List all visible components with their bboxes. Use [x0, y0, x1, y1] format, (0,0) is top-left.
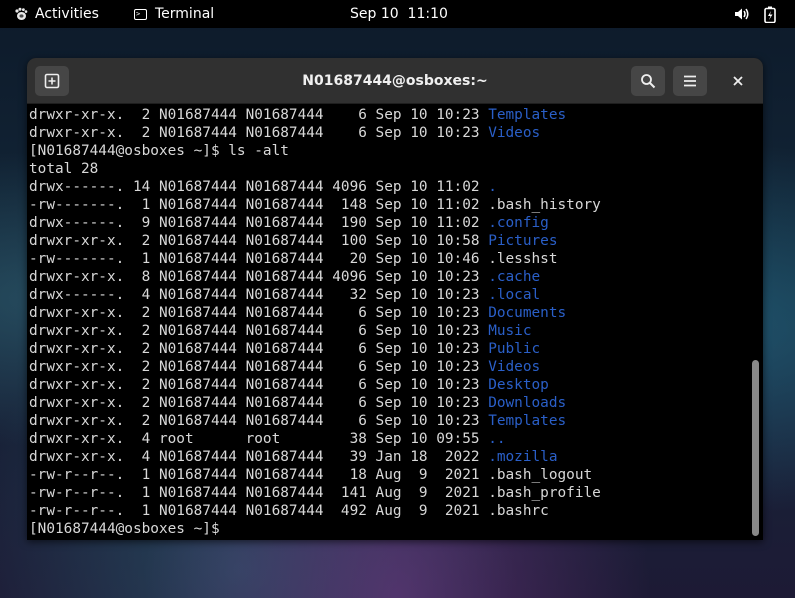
terminal-line-text: [N01687444@osboxes ~]$: [29, 521, 229, 537]
volume-icon: [735, 8, 749, 20]
close-icon: [733, 76, 743, 86]
terminal-line-text: [N01687444@osboxes ~]$ ls -alt: [29, 143, 289, 159]
terminal-line-text: drwx------. 9 N01687444 N01687444 190 Se…: [29, 215, 489, 231]
terminal-line-text: total 28: [29, 161, 99, 177]
directory-name: Videos: [488, 359, 541, 375]
close-button[interactable]: [723, 66, 753, 96]
terminal-line: -rw-r--r--. 1 N01687444 N01687444 18 Aug…: [29, 466, 592, 484]
activities-label: Activities: [35, 6, 99, 22]
terminal-line-text: drwx------. 14 N01687444 N01687444 4096 …: [29, 179, 489, 195]
new-tab-icon: [44, 73, 60, 89]
terminal-line-text: drwxr-xr-x. 2 N01687444 N01687444 6 Sep …: [29, 107, 489, 123]
directory-name: Music: [488, 323, 532, 339]
terminal-line: [N01687444@osboxes ~]$ ls -alt: [29, 142, 289, 160]
terminal-line: drwxr-xr-x. 2 N01687444 N01687444 100 Se…: [29, 232, 558, 250]
directory-name: ..: [488, 431, 506, 447]
terminal-line-text: drwxr-xr-x. 4 root root 38 Sep 10 09:55: [29, 431, 489, 447]
directory-name: Documents: [488, 305, 567, 321]
terminal-line-text: drwxr-xr-x. 2 N01687444 N01687444 6 Sep …: [29, 359, 489, 375]
volume-indicator[interactable]: [734, 0, 750, 28]
terminal-icon: >: [134, 8, 147, 20]
terminal-line-text: drwxr-xr-x. 2 N01687444 N01687444 6 Sep …: [29, 341, 489, 357]
activities-button[interactable]: Activities: [14, 0, 99, 28]
header-bar[interactable]: N01687444@osboxes:~: [27, 58, 763, 104]
terminal-line: [N01687444@osboxes ~]$: [29, 520, 228, 538]
terminal-line: -rw-------. 1 N01687444 N01687444 148 Se…: [29, 196, 601, 214]
terminal-line: -rw-r--r--. 1 N01687444 N01687444 141 Au…: [29, 484, 601, 502]
terminal-line-text: drwxr-xr-x. 2 N01687444 N01687444 100 Se…: [29, 233, 489, 249]
menu-button[interactable]: [673, 66, 707, 96]
terminal-line: drwxr-xr-x. 2 N01687444 N01687444 6 Sep …: [29, 412, 566, 430]
clock-label: Sep 10 11:10: [350, 6, 448, 22]
terminal-line: drwxr-xr-x. 2 N01687444 N01687444 6 Sep …: [29, 394, 566, 412]
terminal-line: drwxr-xr-x. 4 N01687444 N01687444 39 Jan…: [29, 448, 558, 466]
terminal-line-text: drwxr-xr-x. 4 N01687444 N01687444 39 Jan…: [29, 449, 489, 465]
clock[interactable]: Sep 10 11:10: [350, 0, 448, 28]
file-name: .bash_history: [488, 197, 601, 213]
terminal-line: drwxr-xr-x. 2 N01687444 N01687444 6 Sep …: [29, 124, 540, 142]
directory-name: .: [488, 179, 497, 195]
terminal-line-text: drwxr-xr-x. 2 N01687444 N01687444 6 Sep …: [29, 125, 489, 141]
terminal-line-text: -rw-------. 1 N01687444 N01687444 20 Sep…: [29, 251, 489, 267]
app-menu-terminal[interactable]: > Terminal: [134, 0, 214, 28]
terminal-line: drwx------. 9 N01687444 N01687444 190 Se…: [29, 214, 549, 232]
search-button[interactable]: [631, 66, 665, 96]
search-icon: [641, 74, 656, 89]
hamburger-menu-icon: [684, 75, 696, 87]
directory-name: .cache: [488, 269, 541, 285]
battery-indicator[interactable]: [764, 0, 776, 28]
directory-name: .local: [488, 287, 541, 303]
directory-name: .config: [488, 215, 549, 231]
new-tab-button[interactable]: [35, 66, 69, 96]
terminal-line: drwxr-xr-x. 2 N01687444 N01687444 6 Sep …: [29, 358, 540, 376]
file-name: .lesshst: [488, 251, 558, 267]
terminal-line-text: drwxr-xr-x. 2 N01687444 N01687444 6 Sep …: [29, 377, 489, 393]
terminal-line-text: -rw-------. 1 N01687444 N01687444 148 Se…: [29, 197, 489, 213]
terminal-line: drwxr-xr-x. 2 N01687444 N01687444 6 Sep …: [29, 340, 540, 358]
app-menu-label: Terminal: [155, 6, 215, 22]
terminal-line-text: drwxr-xr-x. 2 N01687444 N01687444 6 Sep …: [29, 323, 489, 339]
scrollbar[interactable]: [748, 104, 763, 540]
terminal-line: total 28: [29, 160, 98, 178]
scrollbar-thumb[interactable]: [752, 360, 759, 536]
terminal-window: N01687444@osboxes:~ drwxr-xr-x. 2 N01687…: [27, 58, 763, 540]
battery-icon: [764, 6, 776, 23]
terminal-line-text: drwxr-xr-x. 8 N01687444 N01687444 4096 S…: [29, 269, 489, 285]
terminal-line: drwxr-xr-x. 4 root root 38 Sep 10 09:55 …: [29, 430, 506, 448]
terminal-line: drwx------. 4 N01687444 N01687444 32 Sep…: [29, 286, 540, 304]
terminal-output[interactable]: drwxr-xr-x. 2 N01687444 N01687444 6 Sep …: [29, 104, 747, 540]
file-name: .bash_logout: [488, 467, 593, 483]
terminal-line-text: -rw-r--r--. 1 N01687444 N01687444 18 Aug…: [29, 467, 489, 483]
file-name: .bashrc: [488, 503, 549, 519]
terminal-line: -rw-------. 1 N01687444 N01687444 20 Sep…: [29, 250, 558, 268]
file-name: .bash_profile: [488, 485, 601, 501]
directory-name: Desktop: [488, 377, 549, 393]
terminal-line: drwxr-xr-x. 2 N01687444 N01687444 6 Sep …: [29, 376, 549, 394]
top-bar: Activities > Terminal Sep 10 11:10: [0, 0, 795, 28]
terminal-line: -rw-r--r--. 1 N01687444 N01687444 492 Au…: [29, 502, 549, 520]
terminal-line-text: -rw-r--r--. 1 N01687444 N01687444 492 Au…: [29, 503, 489, 519]
directory-name: Templates: [488, 413, 567, 429]
directory-name: Templates: [488, 107, 567, 123]
directory-name: .mozilla: [488, 449, 558, 465]
terminal-line-text: -rw-r--r--. 1 N01687444 N01687444 141 Au…: [29, 485, 489, 501]
terminal-line-text: drwxr-xr-x. 2 N01687444 N01687444 6 Sep …: [29, 305, 489, 321]
terminal-line: drwxr-xr-x. 2 N01687444 N01687444 6 Sep …: [29, 304, 566, 322]
directory-name: Downloads: [488, 395, 567, 411]
terminal-line-text: drwx------. 4 N01687444 N01687444 32 Sep…: [29, 287, 489, 303]
terminal-line: drwxr-xr-x. 2 N01687444 N01687444 6 Sep …: [29, 106, 566, 124]
terminal-line: drwxr-xr-x. 2 N01687444 N01687444 6 Sep …: [29, 322, 532, 340]
gnome-foot-icon: [15, 7, 28, 20]
directory-name: Pictures: [488, 233, 558, 249]
directory-name: Public: [488, 341, 541, 357]
terminal-line-text: drwxr-xr-x. 2 N01687444 N01687444 6 Sep …: [29, 395, 489, 411]
terminal-line-text: drwxr-xr-x. 2 N01687444 N01687444 6 Sep …: [29, 413, 489, 429]
terminal-line: drwxr-xr-x. 8 N01687444 N01687444 4096 S…: [29, 268, 540, 286]
terminal-line: drwx------. 14 N01687444 N01687444 4096 …: [29, 178, 497, 196]
directory-name: Videos: [488, 125, 541, 141]
